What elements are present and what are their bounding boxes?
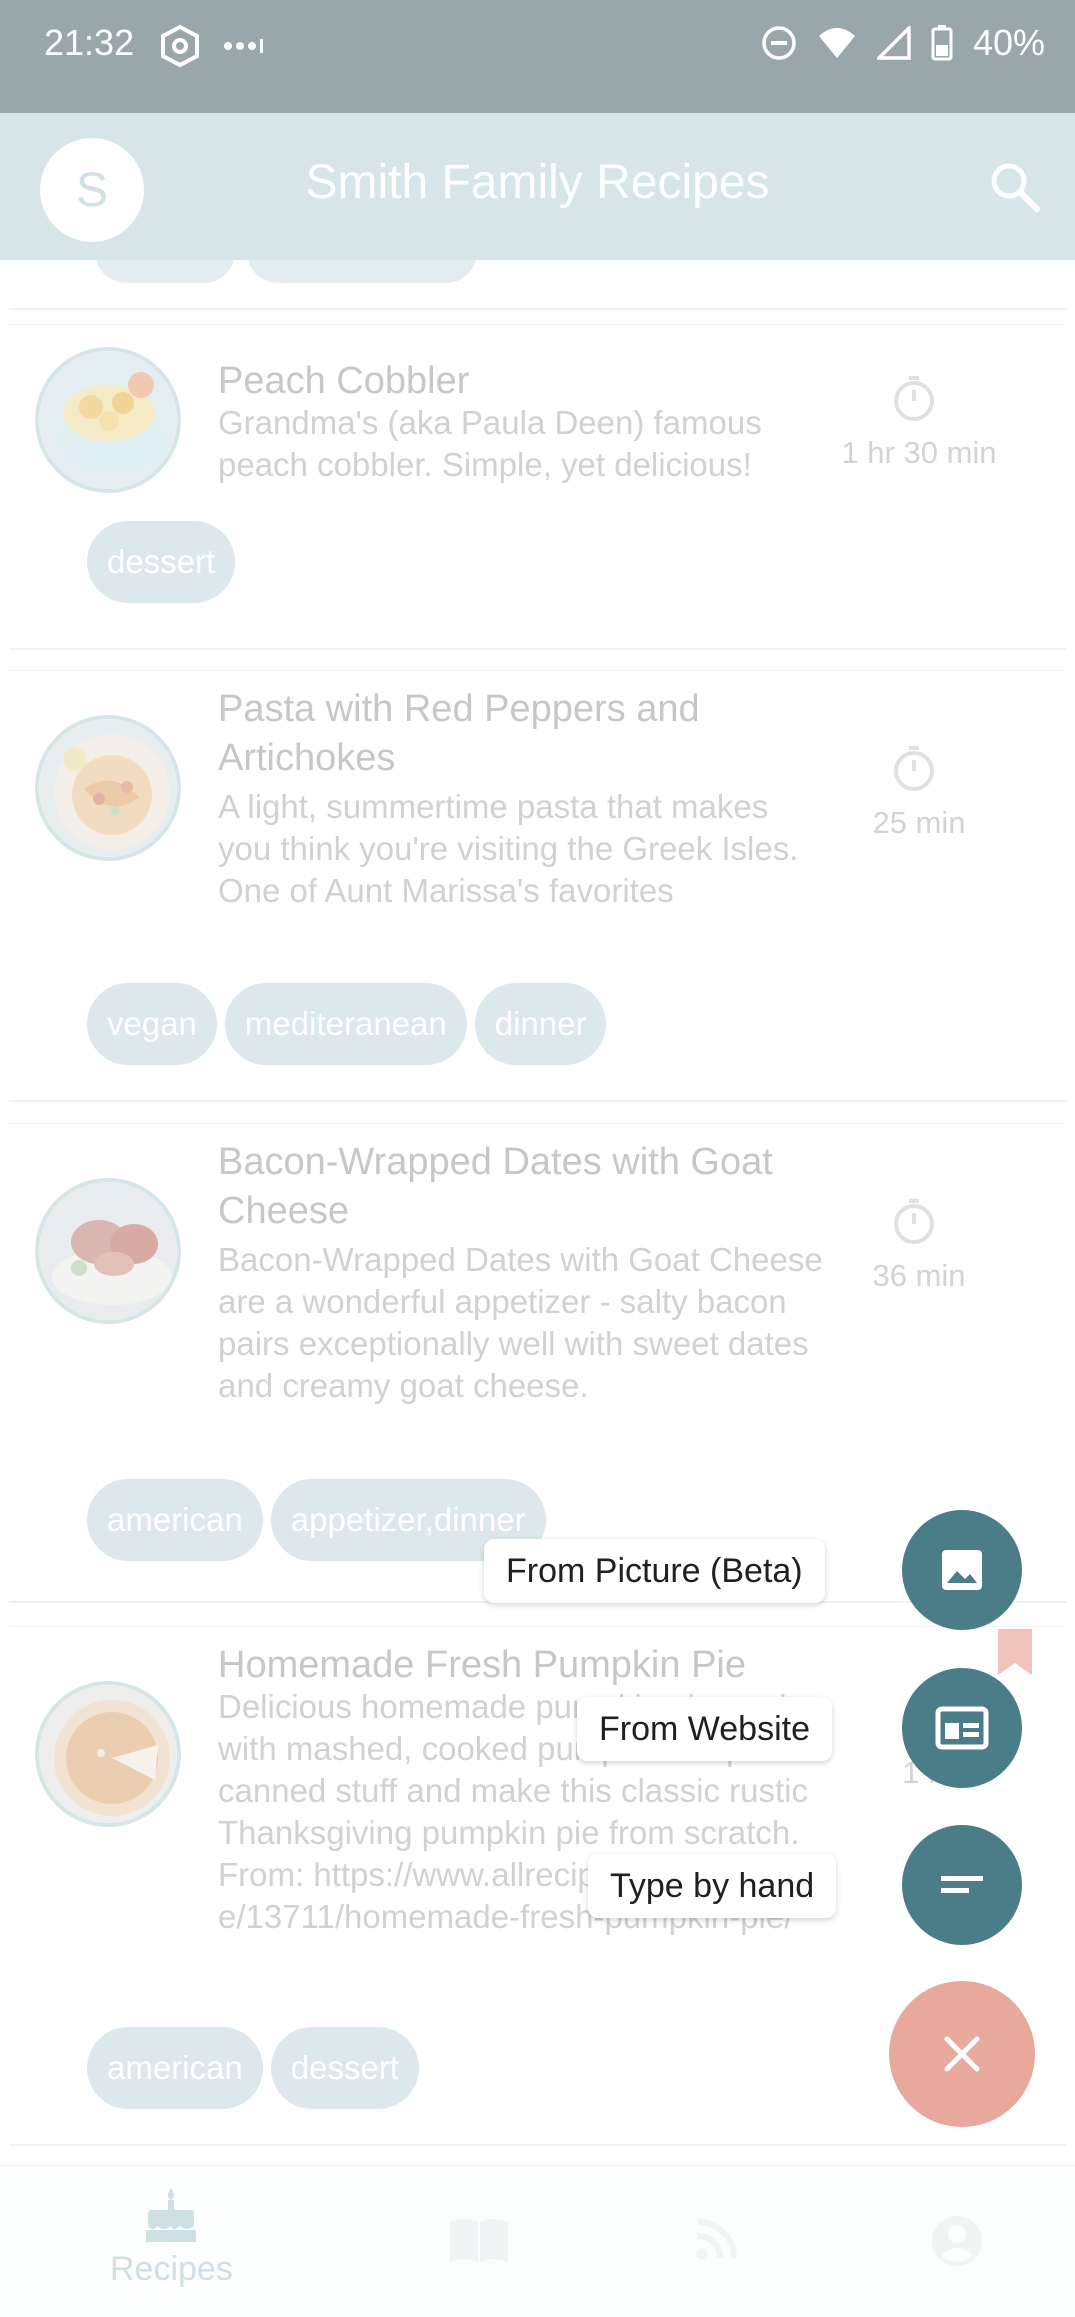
nav-account[interactable] <box>930 2214 984 2268</box>
from-picture-label[interactable]: From Picture (Beta) <box>484 1539 825 1603</box>
recipe-card[interactable]: Pasta with Red Peppers and Artichokes A … <box>9 670 1066 1102</box>
from-website-label[interactable]: From Website <box>577 1697 832 1761</box>
search-icon <box>991 163 1040 212</box>
recipe-thumbnail <box>35 1681 181 1827</box>
type-by-hand-label[interactable]: Type by hand <box>588 1854 837 1918</box>
page-title: Smith Family Recipes <box>305 156 770 209</box>
recipe-thumbnail <box>35 347 181 493</box>
tag-partial <box>247 260 477 283</box>
tag-chip[interactable]: vegan <box>87 983 217 1065</box>
tag-chip[interactable]: american <box>87 2027 263 2109</box>
timer-icon <box>894 376 934 421</box>
bottom-nav: Recipes <box>0 2165 1075 2317</box>
recipe-time: 36 min <box>872 1258 966 1293</box>
battery-text: 40% <box>972 22 1045 63</box>
tag-list: american appetizer,dinner <box>87 1479 546 1561</box>
short-text-icon <box>941 1876 983 1893</box>
recipe-time: 1 hr 30 min <box>841 435 997 470</box>
rss-icon <box>696 2219 737 2260</box>
account-icon <box>932 2216 982 2266</box>
recipe-thumbnail <box>35 715 181 861</box>
tag-list: american dessert <box>87 2027 419 2109</box>
nav-recipes[interactable]: Recipes <box>110 2186 233 2289</box>
dnd-icon <box>762 26 796 60</box>
nav-book[interactable] <box>448 2216 510 2264</box>
recipe-description: Grandma's (aka Paula Deen) famous peach … <box>218 404 762 483</box>
from-picture-button[interactable] <box>902 1510 1022 1630</box>
timer-icon <box>894 746 934 791</box>
hexagon-icon <box>161 24 199 68</box>
search-button[interactable] <box>987 159 1043 215</box>
nav-recipes-label: Recipes <box>110 2250 233 2288</box>
recipe-description: A light, summertime pasta that makes you… <box>218 788 799 909</box>
timer-icon <box>894 1199 934 1244</box>
web-icon <box>935 1706 989 1750</box>
recipe-time: 25 min <box>872 805 966 840</box>
app-bar: S Smith Family Recipes <box>0 113 1075 260</box>
recipe-card[interactable]: Peach Cobbler Grandma's (aka Paula Deen)… <box>9 324 1066 650</box>
recipe-title: Bacon-Wrapped Dates with Goat Cheese <box>218 1141 773 1232</box>
tag-chip[interactable]: dessert <box>270 2027 419 2109</box>
tag-partial <box>95 260 235 283</box>
status-time: 21:32 <box>44 22 135 63</box>
tag-chip[interactable]: dessert <box>87 521 236 603</box>
from-website-button[interactable] <box>902 1668 1022 1788</box>
wifi-icon <box>818 28 855 58</box>
type-by-hand-button[interactable] <box>902 1825 1022 1945</box>
recipe-description: Bacon-Wrapped Dates with Goat Cheese are… <box>218 1241 823 1404</box>
tag-chip[interactable]: american <box>87 1479 263 1561</box>
tag-list: vegan mediteranean dinner <box>87 983 607 1065</box>
recipe-title: Peach Cobbler <box>218 360 470 402</box>
dots-icon <box>224 39 263 53</box>
recipe-title: Homemade Fresh Pumpkin Pie <box>218 1644 746 1686</box>
cake-icon <box>146 2188 197 2242</box>
recipe-card-partial[interactable] <box>9 260 1066 310</box>
bookmark-icon[interactable] <box>996 1627 1034 1677</box>
tag-list: dessert <box>87 521 236 603</box>
nav-feed[interactable] <box>694 2216 740 2262</box>
book-icon <box>450 2219 508 2262</box>
image-icon <box>942 1550 982 1590</box>
close-icon <box>944 2036 980 2072</box>
close-fab-button[interactable] <box>889 1981 1035 2127</box>
signal-icon <box>876 26 911 60</box>
tag-chip[interactable]: dinner <box>474 983 607 1065</box>
recipe-title: Pasta with Red Peppers and Artichokes <box>218 688 700 779</box>
tag-chip[interactable]: mediteranean <box>224 983 467 1065</box>
recipe-thumbnail <box>35 1178 181 1324</box>
recipe-card[interactable]: Bacon-Wrapped Dates with Goat Cheese Bac… <box>9 1123 1066 1603</box>
status-bar: 21:32 40% <box>0 0 1075 113</box>
battery-icon <box>931 25 953 61</box>
